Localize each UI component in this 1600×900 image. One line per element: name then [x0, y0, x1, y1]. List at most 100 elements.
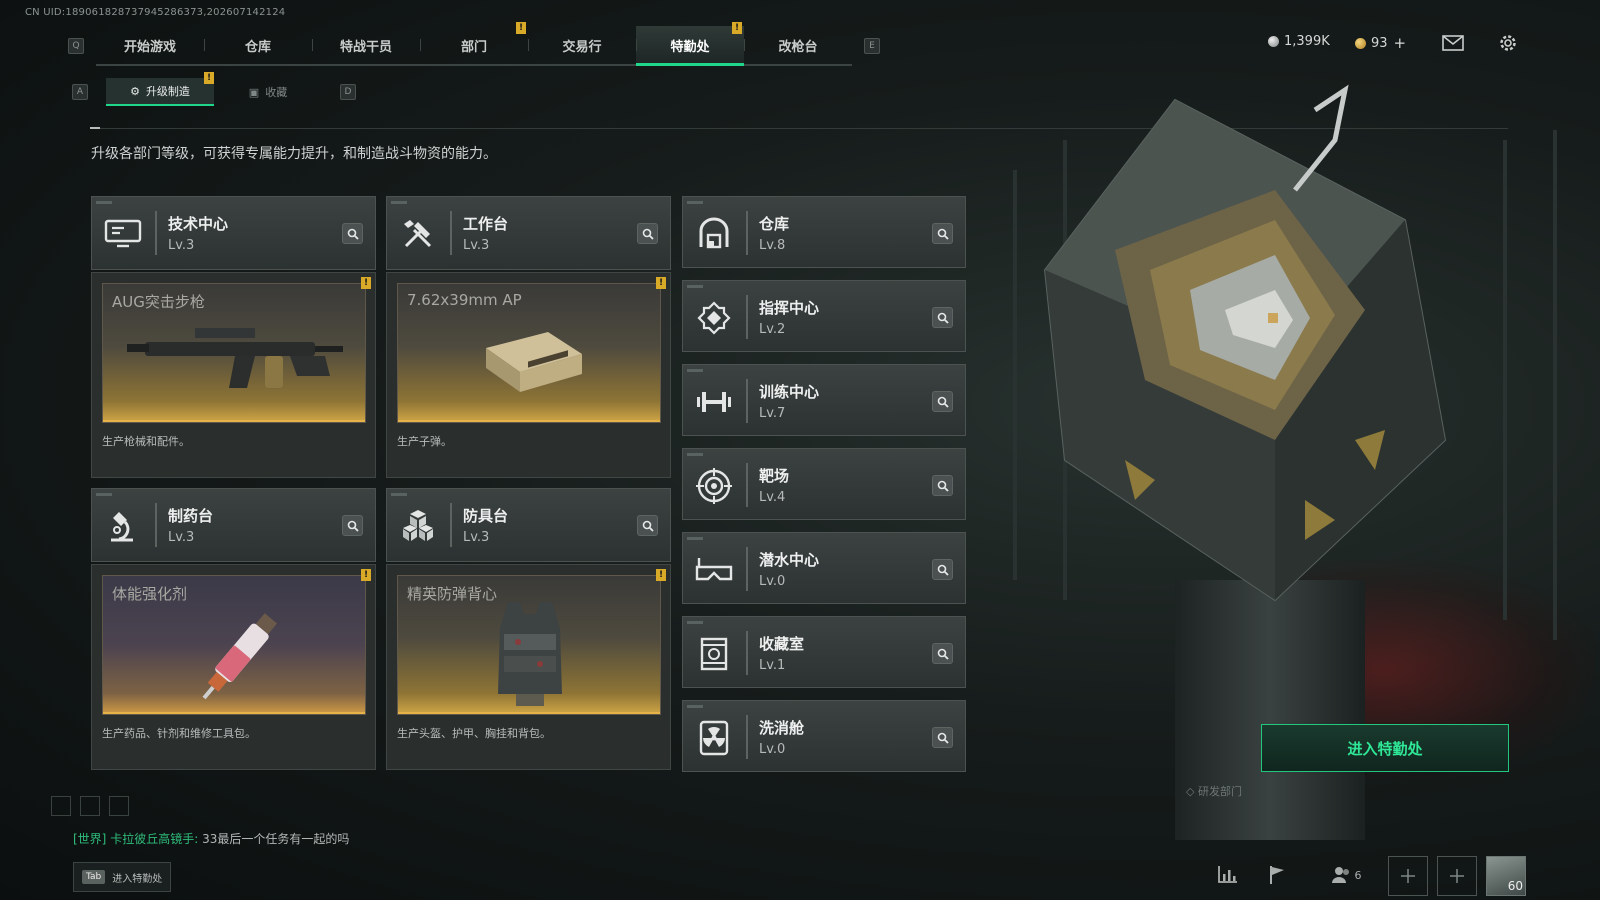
- product-image: 精英防弹背心: [397, 575, 661, 715]
- tab-gunsmith[interactable]: 改枪台: [744, 26, 852, 64]
- card-stamp: [96, 201, 112, 204]
- alert-badge: !: [361, 277, 371, 289]
- mail-icon[interactable]: [1441, 33, 1465, 53]
- subtab-upgrade-craft[interactable]: ⚙ 升级制造 !: [106, 72, 214, 106]
- search-icon[interactable]: [932, 307, 953, 328]
- facility-level: Lv.7: [759, 406, 786, 421]
- product-image: AUG突击步枪: [102, 283, 366, 423]
- tab-hint[interactable]: Tab 进入特勤处: [73, 862, 172, 892]
- facility-name: 靶场: [759, 467, 790, 485]
- card-separator: [746, 211, 748, 255]
- tab-trading[interactable]: 交易行: [528, 26, 636, 64]
- dept-card-workbench[interactable]: 工作台 Lv.3: [386, 196, 671, 270]
- product-card-pharmacy[interactable]: 体能强化剂 ! 生产药品、针剂和维修工具包。: [91, 564, 376, 770]
- alert-badge: !: [516, 22, 526, 34]
- product-card-armor[interactable]: 精英防弹背心 ! 生产头盔、护甲、胸挂和背包。: [386, 564, 671, 770]
- dept-card-tech-center[interactable]: 技术中心 Lv.3: [91, 196, 376, 270]
- product-image: 7.62x39mm AP: [397, 283, 661, 423]
- tab-start-game[interactable]: 开始游戏: [96, 26, 204, 64]
- monitor-icon: [103, 216, 143, 252]
- card-separator: [746, 547, 748, 591]
- next-subtab-key-hint[interactable]: D: [340, 84, 356, 100]
- search-icon[interactable]: [932, 727, 953, 748]
- command-center-icon: [694, 300, 734, 336]
- search-icon[interactable]: [932, 475, 953, 496]
- tab-warehouse[interactable]: 仓库: [204, 26, 312, 64]
- facility-name: 洗消舱: [759, 719, 805, 737]
- dept-tag: ◇ 研发部门: [1186, 785, 1242, 798]
- tab-department[interactable]: 部门!: [420, 22, 528, 64]
- alert-badge: !: [361, 569, 371, 581]
- chat-sender[interactable]: 卡拉彼丘高镜手:: [110, 832, 198, 846]
- avatar[interactable]: 60: [1486, 856, 1526, 896]
- tab-hint-label: 进入特勤处: [112, 873, 163, 885]
- dumbbell-icon: [694, 384, 734, 420]
- dept-name: 技术中心: [168, 215, 229, 233]
- search-icon[interactable]: [932, 391, 953, 412]
- vest-icon: [498, 602, 562, 706]
- friends-button[interactable]: 6: [1322, 860, 1370, 890]
- facility-card-diving-center[interactable]: 潜水中心 Lv.0: [682, 532, 966, 604]
- dept-name: 工作台: [463, 215, 509, 233]
- card-separator: [155, 211, 157, 255]
- subtab-label: 升级制造: [145, 85, 190, 98]
- facility-name: 收藏室: [759, 635, 805, 653]
- search-icon[interactable]: [932, 643, 953, 664]
- card-separator: [746, 631, 748, 675]
- chat-line[interactable]: [世界] 卡拉彼丘高镜手: 33最后一个任务有一起的吗: [73, 830, 349, 847]
- stats-icon[interactable]: [1212, 860, 1242, 890]
- ammo-box-icon: [486, 332, 582, 392]
- product-desc: 生产子弹。: [397, 435, 452, 448]
- search-icon[interactable]: [637, 223, 658, 244]
- dept-card-pharmacy[interactable]: 制药台 Lv.3: [91, 488, 376, 562]
- add-slot-button[interactable]: [1437, 856, 1477, 896]
- dept-card-armor[interactable]: 防具台 Lv.3: [386, 488, 671, 562]
- search-icon[interactable]: [637, 515, 658, 536]
- product-card-workbench[interactable]: 7.62x39mm AP ! 生产子弹。: [386, 272, 671, 478]
- prev-tab-key-hint[interactable]: Q: [68, 38, 84, 54]
- facility-name: 指挥中心: [759, 299, 820, 317]
- search-icon[interactable]: [932, 559, 953, 580]
- gold-amount: 93: [1371, 35, 1388, 51]
- facility-name: 潜水中心: [759, 551, 820, 569]
- top-nav: Q 开始游戏 仓库 特战干员 部门! 交易行 特勤处! 改枪台 E: [68, 22, 880, 66]
- facility-card-training-center[interactable]: 训练中心 Lv.7: [682, 364, 966, 436]
- prev-subtab-key-hint[interactable]: A: [72, 84, 88, 100]
- next-tab-key-hint[interactable]: E: [864, 38, 880, 54]
- target-icon: [694, 468, 734, 504]
- dept-level: Lv.3: [463, 238, 490, 253]
- gear-icon[interactable]: [1496, 33, 1520, 53]
- alert-badge: !: [656, 277, 666, 289]
- add-slot-button[interactable]: [1388, 856, 1428, 896]
- search-icon[interactable]: [342, 223, 363, 244]
- facility-level: Lv.0: [759, 742, 786, 757]
- facility-card-warehouse[interactable]: 仓库 Lv.8: [682, 196, 966, 268]
- card-stamp: [687, 621, 703, 624]
- tab-operators[interactable]: 特战干员: [312, 26, 420, 64]
- enter-special-ops-button[interactable]: 进入特勤处: [1261, 724, 1509, 772]
- facility-card-decontamination[interactable]: 洗消舱 Lv.0: [682, 700, 966, 772]
- product-name: AUG突击步枪: [112, 293, 205, 311]
- chat-message: 33最后一个任务有一起的吗: [202, 832, 350, 846]
- card-separator: [155, 503, 157, 547]
- tab-special-ops[interactable]: 特勤处!: [636, 22, 744, 66]
- plus-icon: [1450, 869, 1464, 883]
- silver-currency: 1,399K: [1268, 34, 1330, 49]
- silver-coin-icon: [1268, 36, 1279, 47]
- subtab-collection[interactable]: ▣ 收藏: [214, 78, 322, 106]
- flag-icon[interactable]: [1262, 860, 1292, 890]
- add-currency-button[interactable]: +: [1394, 34, 1407, 52]
- card-stamp: [687, 285, 703, 288]
- friends-count: 6: [1354, 868, 1362, 882]
- plus-icon: [1401, 869, 1415, 883]
- facility-card-shooting-range[interactable]: 靶场 Lv.4: [682, 448, 966, 520]
- search-icon[interactable]: [342, 515, 363, 536]
- card-stamp: [687, 537, 703, 540]
- facility-card-collection-room[interactable]: 收藏室 Lv.1: [682, 616, 966, 688]
- facility-card-command-center[interactable]: 指挥中心 Lv.2: [682, 280, 966, 352]
- product-card-tech-center[interactable]: AUG突击步枪 ! 生产枪械和配件。: [91, 272, 376, 478]
- friends-icon: [1331, 867, 1349, 883]
- cubes-icon: [398, 508, 438, 544]
- search-icon[interactable]: [932, 223, 953, 244]
- facility-level: Lv.0: [759, 574, 786, 589]
